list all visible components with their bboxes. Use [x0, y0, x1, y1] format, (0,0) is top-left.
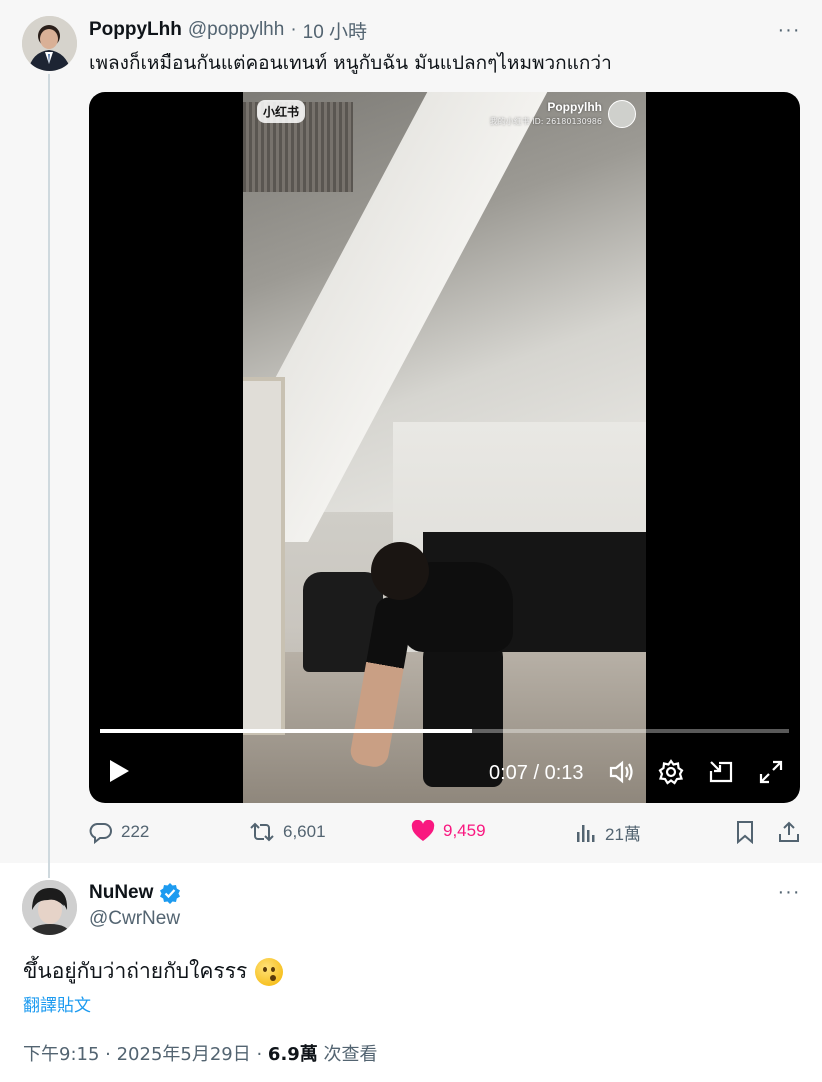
kissing-face-emoji-icon	[255, 957, 284, 986]
quoted-tweet[interactable]: PoppyLhh @poppylhh · 10 小時 ··· เพลงก็เหม…	[0, 0, 822, 878]
reply-more-options-icon[interactable]: ···	[778, 881, 800, 903]
views-count: 21萬	[605, 825, 641, 844]
views-chart-icon	[577, 824, 595, 842]
video-player[interactable]: 小红书 Poppylhh 我的小红书 ID: 26180130986 0:07 …	[89, 92, 800, 803]
bookmark-button[interactable]	[734, 820, 756, 844]
reply-count: 222	[121, 822, 150, 841]
video-controls: 0:07 / 0:13	[89, 752, 800, 794]
reply-views-label: 次查看	[317, 1044, 378, 1065]
xiaohongshu-logo: 小红书	[257, 100, 306, 123]
handle[interactable]: @poppylhh	[188, 19, 284, 41]
tweet-header: PoppyLhh @poppylhh · 10 小時	[89, 17, 367, 43]
thread-line	[48, 74, 50, 878]
reply-text: ขึ้นอยู่กับว่าถ่ายกับใครรร	[23, 959, 248, 983]
views-button[interactable]: 21萬	[575, 820, 641, 845]
nunew-avatar[interactable]	[22, 880, 77, 935]
play-icon[interactable]	[107, 758, 131, 789]
display-name[interactable]: PoppyLhh	[89, 19, 182, 41]
separator-dot: ·	[290, 19, 297, 40]
reply-text-row: ขึ้นอยู่กับว่าถ่ายกับใครรร	[23, 955, 284, 988]
video-time-readout: 0:07 / 0:13	[489, 762, 584, 784]
watermark-name: Poppylhh	[547, 100, 602, 114]
watermark-avatar	[608, 100, 636, 128]
watermark-id: 我的小红书 ID: 26180130986	[489, 117, 602, 126]
retweet-count: 6,601	[283, 822, 326, 841]
reply-view-count: 6.9萬	[267, 1044, 318, 1065]
mirror	[243, 377, 285, 735]
heart-icon	[411, 820, 435, 841]
retweet-button[interactable]: 6,601	[249, 820, 326, 844]
translate-post-link[interactable]: 翻譯貼文	[23, 991, 91, 1016]
video-progress-bar[interactable]	[100, 729, 789, 733]
retweet-icon	[250, 822, 274, 842]
tweet-actions: 222 6,601 9,459 21萬	[89, 820, 800, 850]
video-progress-fill	[100, 729, 473, 733]
video-frame: 小红书 Poppylhh 我的小红书 ID: 26180130986	[243, 92, 646, 803]
share-icon	[779, 821, 799, 842]
volume-icon[interactable]	[607, 758, 635, 791]
settings-gear-icon[interactable]	[657, 758, 685, 791]
share-button[interactable]	[777, 820, 801, 844]
more-options-icon[interactable]: ···	[778, 19, 800, 41]
reply-button[interactable]: 222	[89, 820, 149, 844]
timestamp[interactable]: 10 小時	[303, 17, 367, 44]
picture-in-picture-icon[interactable]	[707, 758, 735, 791]
reply-timestamp[interactable]: 下午9:15 · 2025年5月29日 ·	[23, 1044, 268, 1065]
reply-display-name[interactable]: NuNew	[89, 882, 153, 904]
reply-header: NuNew	[89, 880, 181, 906]
reply-icon	[89, 823, 112, 844]
person	[371, 542, 429, 600]
poppylhh-avatar[interactable]	[22, 16, 77, 71]
like-button[interactable]: 9,459	[411, 820, 486, 842]
fullscreen-icon[interactable]	[757, 758, 785, 791]
like-count: 9,459	[443, 821, 486, 840]
reply-handle[interactable]: @CwrNew	[89, 908, 180, 930]
verified-badge-icon	[160, 883, 181, 904]
reply-meta: 下午9:15 · 2025年5月29日 · 6.9萬 次查看	[23, 1040, 378, 1066]
bookmark-icon	[737, 821, 753, 844]
tweet-text: เพลงก็เหมือนกันแต่คอนเทนท์ หนูกับฉัน มัน…	[89, 52, 612, 74]
